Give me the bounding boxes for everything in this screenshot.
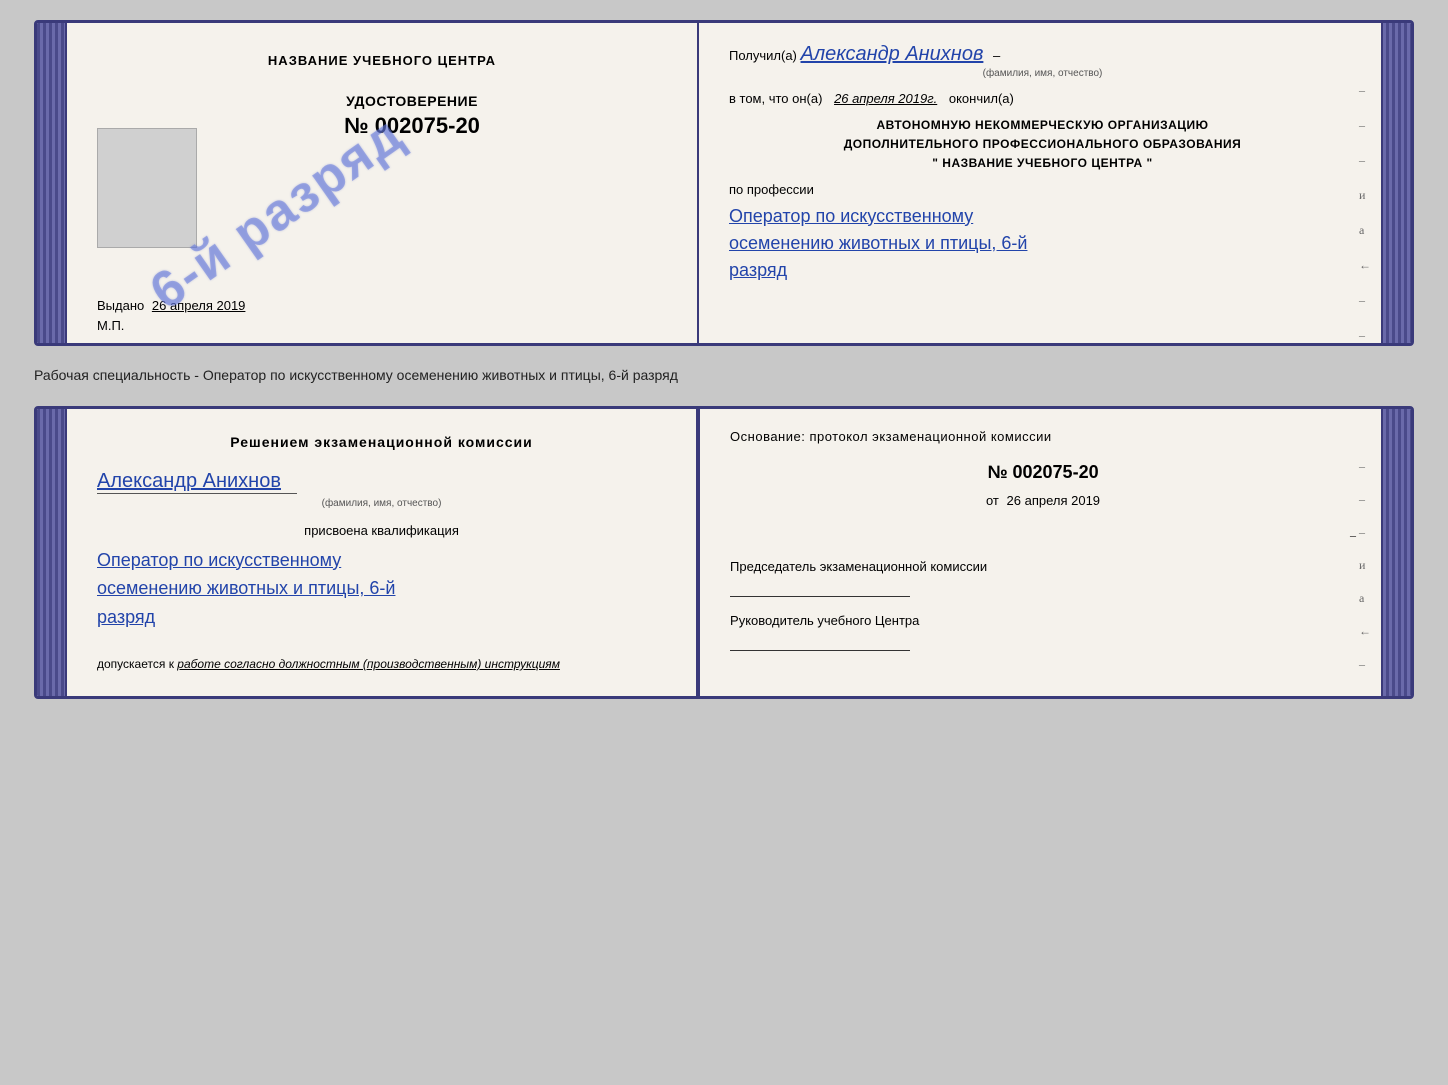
profession-line2-top: осеменению животных и птицы, 6-й — [729, 230, 1356, 257]
rdash-2: – — [1359, 118, 1371, 133]
spine-left — [37, 23, 65, 343]
rdash-7: – — [1359, 293, 1371, 308]
bottom-document-card: Решением экзаменационной комиссии Алекса… — [34, 406, 1414, 699]
between-label-text: Рабочая специальность - Оператор по иску… — [34, 367, 678, 383]
doc-right-top: Получил(а) Александр Анихнов – (фамилия,… — [699, 23, 1381, 343]
right-decorative-lines-bottom: – – – и а ← – – – — [1359, 459, 1371, 699]
mp-line: М.П. — [97, 318, 124, 333]
doc-right-bottom: Основание: протокол экзаменационной коми… — [698, 409, 1381, 696]
vtom-date: 26 апреля 2019г. — [834, 91, 937, 106]
ot-date-value: 26 апреля 2019 — [1007, 493, 1101, 508]
rdash-3: – — [1359, 153, 1371, 168]
vtom-line: в том, что он(а) 26 апреля 2019г. окончи… — [729, 91, 1356, 106]
brdash-2: – — [1359, 492, 1371, 507]
vtom-prefix: в том, что он(а) — [729, 91, 822, 106]
predsedatel-sig-line — [730, 596, 910, 597]
dash-after-name: – — [993, 48, 1000, 63]
spine-left-bottom — [37, 409, 65, 696]
rukovoditel-label: Руководитель учебного Центра — [730, 612, 1356, 630]
name-subtitle-bottom: (фамилия, имя, отчество) — [97, 498, 666, 509]
ot-prefix: от — [986, 493, 999, 508]
reshenie-title: Решением экзаменационной комиссии — [97, 434, 666, 450]
допускается-block: допускается к работе согласно должностны… — [97, 657, 666, 671]
osnov-title: Основание: протокол экзаменационной коми… — [730, 429, 1356, 444]
prisvoena-label: присвоена квалификация — [97, 523, 666, 538]
profession-text-bottom: Оператор по искусственному осеменению жи… — [97, 546, 666, 632]
допускается-label: допускается к — [97, 657, 174, 671]
org-line1: АВТОНОМНУЮ НЕКОММЕРЧЕСКУЮ ОРГАНИЗАЦИЮ — [729, 116, 1356, 135]
vydano-label: Выдано — [97, 298, 144, 313]
udostoverenie-block: УДОСТОВЕРЕНИЕ № 002075-20 — [344, 93, 480, 139]
person-name-bottom: Александр Анихнов — [97, 470, 666, 496]
photo-placeholder — [97, 128, 197, 248]
ot-date: от 26 апреля 2019 — [730, 493, 1356, 508]
brdash-3: – — [1359, 525, 1371, 540]
center-title: НАЗВАНИЕ УЧЕБНОГО ЦЕНТРА — [268, 53, 496, 68]
okончил-suffix: окончил(а) — [949, 91, 1014, 106]
predsedatel-block: Председатель экзаменационной комиссии — [730, 558, 1356, 597]
допускается-text: работе согласно должностным (производств… — [177, 657, 560, 671]
top-document-card: НАЗВАНИЕ УЧЕБНОГО ЦЕНТРА 6-й разряд УДОС… — [34, 20, 1414, 346]
brdash-8: – — [1359, 690, 1371, 699]
brdash-7: – — [1359, 657, 1371, 672]
vydano-line: Выдано 26 апреля 2019 — [97, 298, 245, 313]
brdash-5: а — [1359, 591, 1371, 606]
rukovoditel-sig-line — [730, 650, 910, 651]
name-subtitle-top: (фамилия, имя, отчество) — [729, 68, 1356, 79]
vydano-date: 26 апреля 2019 — [152, 298, 246, 313]
spine-right — [1383, 23, 1411, 343]
predsedatel-label: Председатель экзаменационной комиссии — [730, 558, 1356, 576]
doc-body-bottom: Решением экзаменационной комиссии Алекса… — [65, 409, 1383, 696]
recipient-name: Александр Анихнов — [801, 43, 984, 65]
rdash-8: – — [1359, 328, 1371, 343]
brdash-1: – — [1359, 459, 1371, 474]
protocol-number: № 002075-20 — [730, 462, 1356, 483]
org-block: АВТОНОМНУЮ НЕКОММЕРЧЕСКУЮ ОРГАНИЗАЦИЮ ДО… — [729, 116, 1356, 174]
spine-right-bottom — [1383, 409, 1411, 696]
org-line3: " НАЗВАНИЕ УЧЕБНОГО ЦЕНТРА " — [729, 154, 1356, 173]
udostoverenie-title: УДОСТОВЕРЕНИЕ — [344, 93, 480, 109]
person-name-text: Александр Анихнов — [97, 470, 297, 494]
poluchil-prefix: Получил(а) — [729, 48, 797, 63]
between-label: Рабочая специальность - Оператор по иску… — [34, 364, 1414, 388]
profession-line3-top: разряд — [729, 257, 1356, 284]
doc-body-top: НАЗВАНИЕ УЧЕБНОГО ЦЕНТРА 6-й разряд УДОС… — [65, 23, 1383, 343]
profession-line1-bottom: Оператор по искусственному — [97, 546, 666, 575]
po-professii: по профессии — [729, 182, 1356, 197]
profession-text-top: Оператор по искусственному осеменению жи… — [729, 203, 1356, 284]
rdash-6: ← — [1359, 258, 1371, 273]
received-line: Получил(а) Александр Анихнов – (фамилия,… — [729, 43, 1356, 79]
profession-line3-bottom: разряд — [97, 603, 666, 632]
doc-number-top: № 002075-20 — [344, 113, 480, 139]
doc-left-top: НАЗВАНИЕ УЧЕБНОГО ЦЕНТРА 6-й разряд УДОС… — [67, 23, 699, 343]
brdash-6: ← — [1359, 624, 1371, 639]
rdash-4: и — [1359, 188, 1371, 203]
ot-dash: – — [730, 528, 1356, 543]
profession-line1-top: Оператор по искусственному — [729, 203, 1356, 230]
org-line2: ДОПОЛНИТЕЛЬНОГО ПРОФЕССИОНАЛЬНОГО ОБРАЗО… — [729, 135, 1356, 154]
doc-left-bottom: Решением экзаменационной комиссии Алекса… — [67, 409, 698, 696]
rukovoditel-block: Руководитель учебного Центра — [730, 612, 1356, 651]
rdash-5: а — [1359, 223, 1371, 238]
profession-line2-bottom: осеменению животных и птицы, 6-й — [97, 574, 666, 603]
rdash-1: – — [1359, 83, 1371, 98]
right-decorative-lines: – – – и а ← – – — [1359, 83, 1371, 343]
brdash-4: и — [1359, 558, 1371, 573]
